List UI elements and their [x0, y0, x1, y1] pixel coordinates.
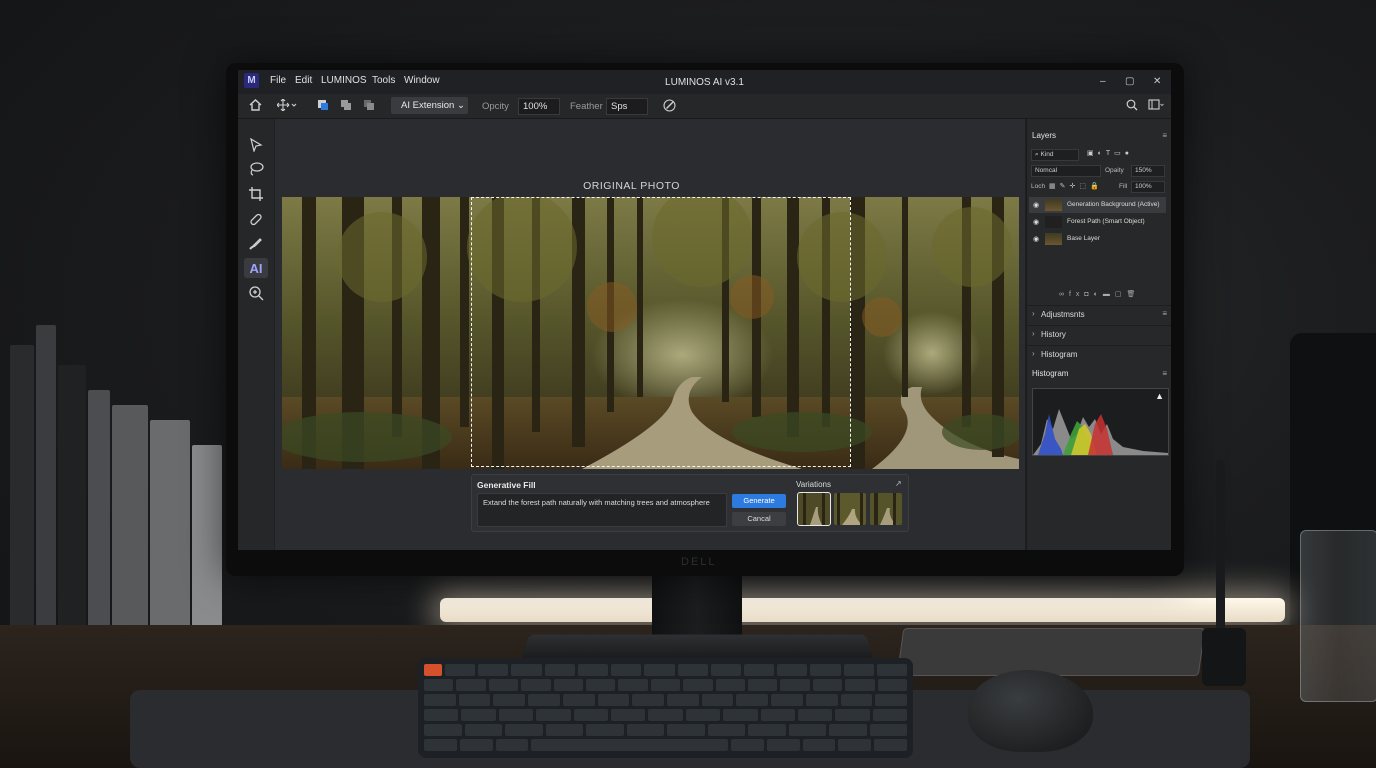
lock-label: Loch	[1031, 183, 1046, 190]
filter-icons[interactable]: ▣◐T▭●	[1087, 149, 1133, 157]
expand-icon[interactable]: ↗	[895, 479, 902, 488]
light-bar	[440, 598, 1285, 622]
title-bar: M File Edit LUMINOS Tools Window LUMINOS…	[238, 70, 1171, 94]
variation-thumbnail[interactable]	[870, 493, 902, 525]
ai-extension-dropdown[interactable]: AI Extension ⌄	[391, 97, 468, 114]
opacity-label: Opcity	[482, 101, 509, 112]
feather-field[interactable]: Sps	[606, 98, 648, 115]
select-tool-icon[interactable]	[244, 135, 268, 155]
variation-thumbnail[interactable]	[834, 493, 866, 525]
fill-label: Fill	[1119, 183, 1128, 190]
cancel-button[interactable]: Cancal	[732, 512, 786, 526]
subtract-selection-icon[interactable]	[363, 99, 375, 114]
generate-button[interactable]: Generate	[732, 494, 786, 508]
section-histogram[interactable]: › Histogram	[1027, 345, 1171, 362]
variation-thumbnail[interactable]	[797, 492, 831, 526]
search-icon[interactable]	[1126, 99, 1138, 114]
generative-fill-panel: Generative Fill Extand the forest path n…	[471, 474, 909, 532]
layer-opacity-field[interactable]: 150%	[1131, 165, 1165, 177]
keyboard	[418, 658, 913, 758]
panel-menu-icon[interactable]: ≡	[1162, 131, 1167, 140]
lock-icons[interactable]: ▦✎✛⬚🔒	[1049, 182, 1103, 190]
selection-marquee[interactable]	[471, 197, 851, 467]
minimize-button[interactable]: –	[1100, 76, 1106, 87]
layers-title: Layers	[1032, 131, 1057, 140]
window-title: LUMINOS AI v3.1	[665, 77, 744, 88]
home-icon[interactable]	[249, 99, 262, 114]
chevron-right-icon: ›	[1032, 329, 1035, 338]
layers-panel: Layers ≡ ⌕ Kind ▣◐T▭● Nomcal Opaity 150%…	[1026, 119, 1171, 550]
monitor-brand-logo: DELL	[681, 556, 717, 568]
layer-row[interactable]: ◉ Forest Path (Smart Object)	[1029, 214, 1166, 230]
layer-thumbnail	[1045, 216, 1062, 228]
new-selection-icon[interactable]	[317, 99, 329, 114]
layer-filter-dropdown[interactable]: ⌕ Kind	[1031, 149, 1079, 161]
panel-menu-icon[interactable]: ≡	[1162, 309, 1167, 318]
healing-brush-icon[interactable]	[244, 209, 268, 229]
brush-tool-icon[interactable]	[244, 233, 268, 253]
variations-label: Variations	[796, 480, 831, 489]
water-glass	[1300, 530, 1376, 702]
options-bar: AI Extension ⌄ Opcity 100% Feather Sps	[238, 94, 1171, 119]
layer-thumbnail	[1045, 199, 1062, 211]
eye-icon[interactable]: ◉	[1033, 218, 1039, 226]
blend-mode-dropdown[interactable]: Nomcal	[1031, 165, 1101, 177]
drawing-tablet	[896, 628, 1206, 676]
opacity-field[interactable]: 100%	[518, 98, 560, 115]
move-tool-icon[interactable]	[276, 98, 297, 114]
brush-settings-icon[interactable]	[663, 99, 676, 115]
pen-holder	[1202, 628, 1246, 686]
chevron-right-icon: ›	[1032, 349, 1035, 358]
section-history[interactable]: › History	[1027, 325, 1171, 342]
canvas-label: ORIGINAL PHOTO	[583, 180, 680, 192]
bookshelf	[10, 325, 225, 645]
layer-name: Base Layer	[1067, 235, 1100, 242]
opacity-label: Opaity	[1105, 167, 1124, 174]
stylus-pen	[1216, 460, 1225, 640]
eye-icon[interactable]: ◉	[1033, 235, 1039, 243]
mouse	[968, 670, 1093, 752]
lasso-tool-icon[interactable]	[244, 159, 268, 179]
maximize-button[interactable]: ▢	[1125, 76, 1134, 87]
zoom-tool-icon[interactable]	[244, 283, 268, 303]
panel-menu-icon[interactable]: ≡	[1162, 369, 1167, 378]
app-window: M File Edit LUMINOS Tools Window LUMINOS…	[238, 70, 1171, 550]
layer-row[interactable]: ◉ Base Layer	[1029, 231, 1166, 247]
layer-actions-icons[interactable]: ∞fx◘◐▬▢🗑	[1059, 290, 1140, 298]
feather-label: Feather	[570, 101, 603, 112]
layer-thumbnail	[1045, 233, 1062, 245]
layer-name: Generation Background (Active)	[1067, 201, 1160, 208]
section-adjustments[interactable]: › Adjustmsnts ≡	[1027, 305, 1171, 322]
clipping-warning-icon[interactable]: ▲	[1155, 391, 1164, 401]
generative-fill-title: Generative Fill	[477, 480, 536, 490]
fill-field[interactable]: 100%	[1131, 181, 1165, 193]
layer-name: Forest Path (Smart Object)	[1067, 218, 1145, 225]
close-button[interactable]: ✕	[1153, 76, 1161, 87]
prompt-input[interactable]: Extand the forest path naturally with ma…	[477, 493, 727, 527]
workspace-icon[interactable]	[1148, 99, 1164, 114]
layer-row[interactable]: ◉ Generation Background (Active)	[1029, 197, 1166, 213]
histogram-chart: ▲	[1032, 388, 1169, 456]
chevron-down-icon: ⌄	[456, 100, 465, 111]
add-selection-icon[interactable]	[340, 99, 352, 114]
eye-icon[interactable]: ◉	[1033, 201, 1039, 209]
histogram-title: Histogram	[1032, 369, 1069, 378]
ai-tool-button[interactable]: AI	[244, 258, 268, 278]
chevron-right-icon: ›	[1032, 309, 1035, 318]
